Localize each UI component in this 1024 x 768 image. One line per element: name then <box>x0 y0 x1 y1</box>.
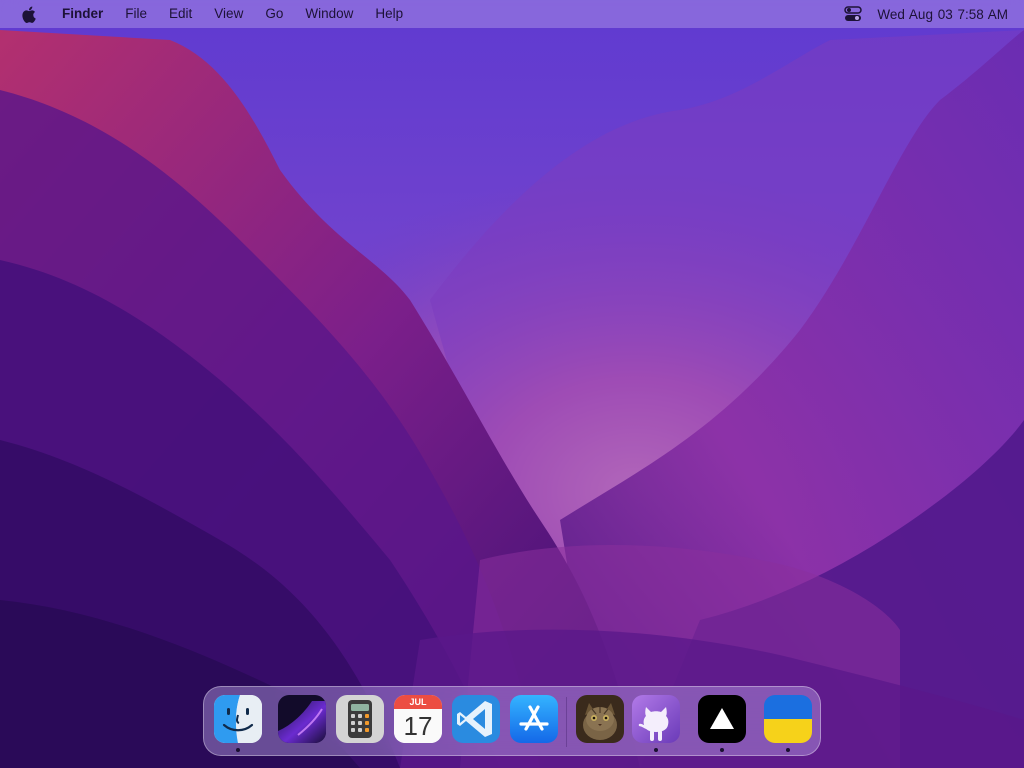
control-center-icon[interactable] <box>843 4 863 24</box>
ukraine-flag-icon <box>764 695 812 743</box>
dock-launchpad[interactable] <box>278 695 326 743</box>
dock-calendar[interactable]: JUL 17 <box>394 695 442 743</box>
dock-finder[interactable] <box>214 695 262 743</box>
dock-github[interactable] <box>632 695 680 743</box>
desktop-wallpaper <box>0 0 1024 768</box>
dock-separator <box>566 697 567 747</box>
menu-help[interactable]: Help <box>364 0 414 28</box>
cat-photo-icon <box>576 695 624 743</box>
vscode-icon <box>452 695 500 743</box>
menu-view[interactable]: View <box>203 0 254 28</box>
dock-cat-photo[interactable] <box>576 695 624 743</box>
calendar-month: JUL <box>394 695 442 710</box>
finder-icon <box>214 695 262 743</box>
launchpad-icon <box>278 695 326 743</box>
menu-bar-clock[interactable]: Wed Aug 03 7:58 AM <box>877 7 1008 22</box>
calendar-day: 17 <box>394 709 442 743</box>
menu-edit[interactable]: Edit <box>158 0 203 28</box>
apple-logo-icon[interactable] <box>18 4 38 24</box>
dock-app-store[interactable] <box>510 695 558 743</box>
dock: JUL 17 <box>203 686 821 756</box>
vercel-triangle-icon <box>698 695 746 743</box>
running-indicator-vercel <box>720 748 724 752</box>
menu-file[interactable]: File <box>114 0 158 28</box>
dock-vercel[interactable] <box>698 695 746 743</box>
menu-bar: Finder File Edit View Go Window Help Wed… <box>0 0 1024 28</box>
calculator-icon <box>336 695 384 743</box>
menu-window[interactable]: Window <box>294 0 364 28</box>
dock-calculator[interactable] <box>336 695 384 743</box>
menu-app-finder[interactable]: Finder <box>54 0 114 28</box>
running-indicator-finder <box>236 748 240 752</box>
dock-ukraine-flag[interactable] <box>764 695 812 743</box>
dock-vscode[interactable] <box>452 695 500 743</box>
running-indicator-github <box>654 748 658 752</box>
github-icon <box>632 695 680 743</box>
running-indicator-ukraine <box>786 748 790 752</box>
menu-go[interactable]: Go <box>254 0 294 28</box>
app-store-icon <box>510 695 558 743</box>
